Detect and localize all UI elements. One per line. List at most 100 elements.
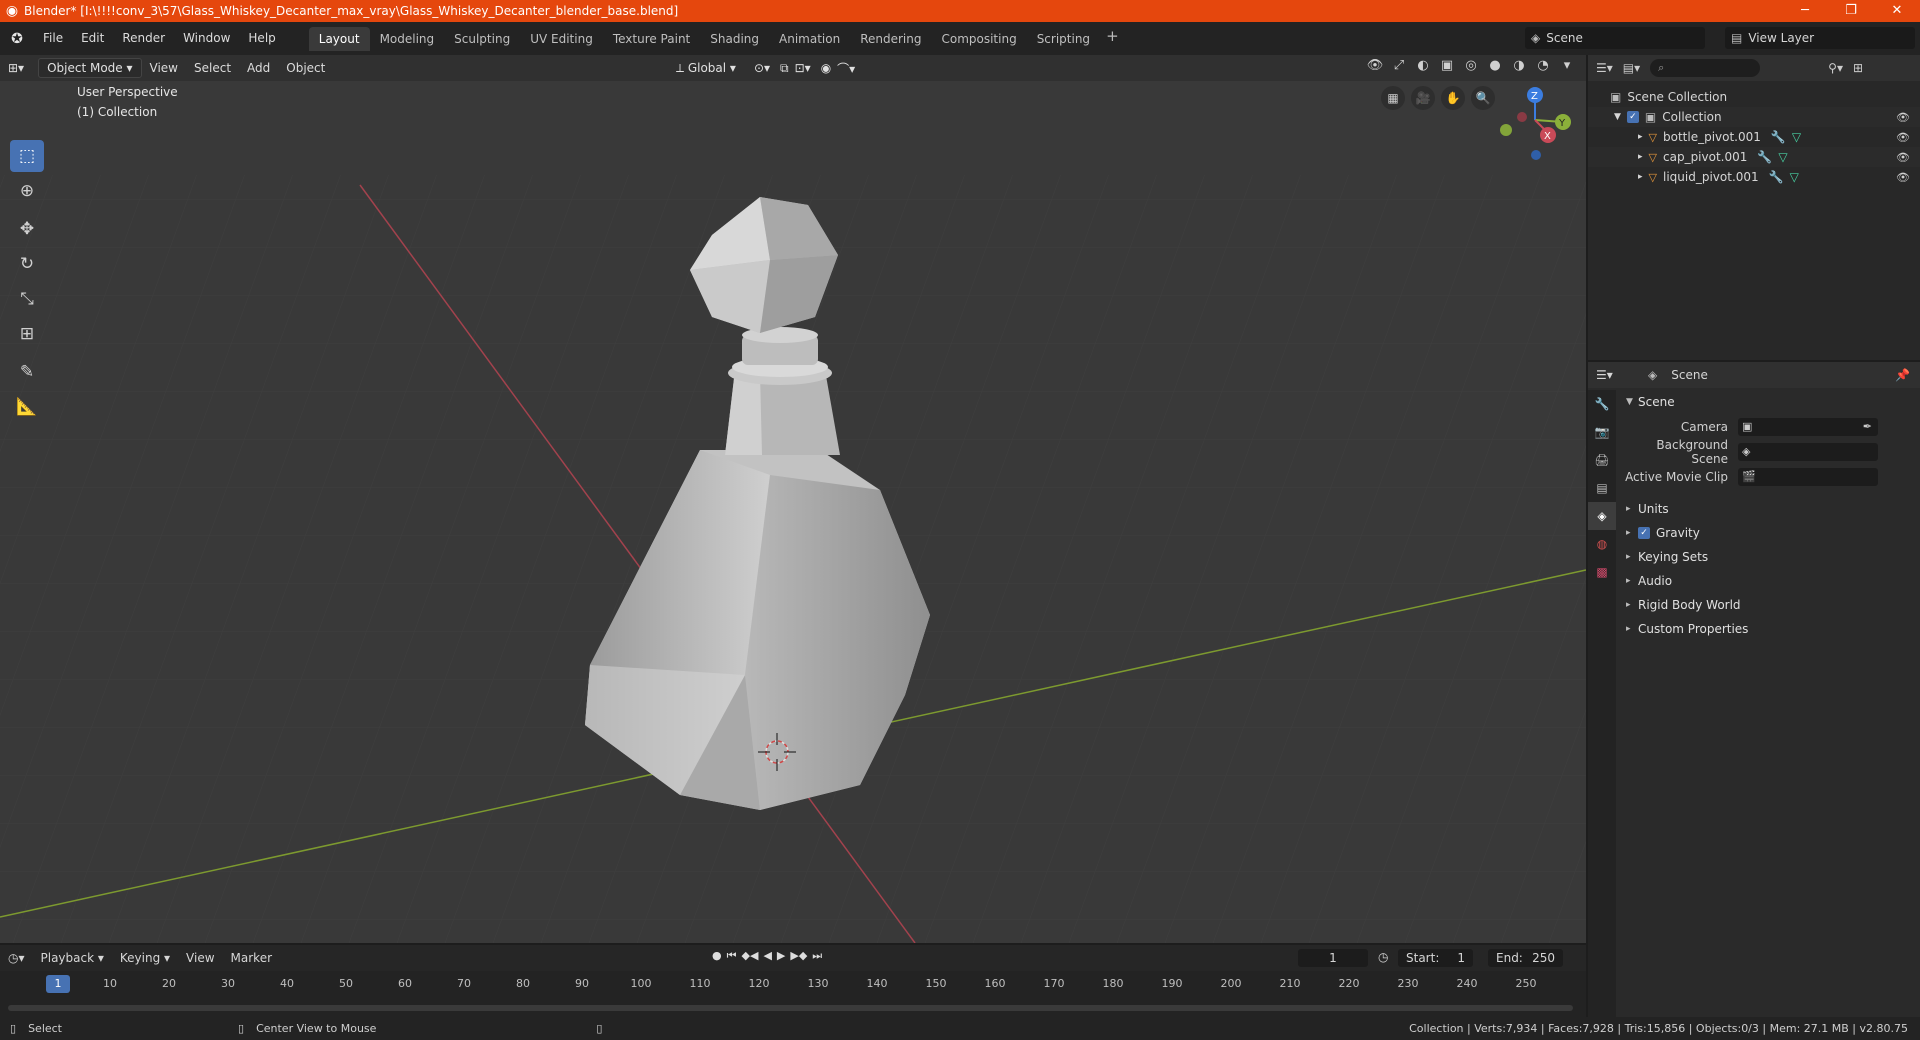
gravity-checkbox[interactable]: ✓	[1638, 527, 1650, 539]
panel-rigid-body-world[interactable]: ▸ Rigid Body World	[1618, 593, 1920, 617]
tab-scene[interactable]: ◈	[1588, 502, 1616, 530]
scene-selector[interactable]: ◈ Scene	[1525, 27, 1705, 49]
object-mode-dropdown[interactable]: Object Mode ▾	[38, 58, 142, 78]
outliner-search-input[interactable]: ⌕	[1650, 59, 1761, 77]
outliner-collection[interactable]: ▼ ✓ ▣ Collection 👁	[1588, 107, 1920, 127]
mesh-data-icon[interactable]: ▽	[1792, 130, 1801, 144]
pan-hand-icon[interactable]: ✋	[1441, 86, 1465, 110]
shading-options-icon[interactable]: ▾	[1558, 58, 1576, 73]
mesh-data-icon[interactable]: ▽	[1778, 150, 1787, 164]
chevron-down-icon[interactable]: ▼	[1614, 112, 1621, 122]
viewport-menu-select[interactable]: Select	[186, 58, 239, 78]
eye-icon[interactable]: 👁	[1896, 131, 1910, 144]
panel-units[interactable]: ▸ Units	[1618, 497, 1920, 521]
tab-uv-editing[interactable]: UV Editing	[520, 27, 603, 51]
camera-field[interactable]: ▣ ✒	[1738, 417, 1878, 436]
outliner-scene-collection[interactable]: ▣ Scene Collection	[1588, 87, 1920, 107]
display-mode-icon[interactable]: ▤▾	[1623, 61, 1640, 75]
measure-tool[interactable]: 📐	[10, 391, 44, 423]
panel-custom-properties[interactable]: ▸ Custom Properties	[1618, 617, 1920, 641]
tab-modeling[interactable]: Modeling	[370, 27, 445, 51]
tab-world[interactable]: ◍	[1588, 530, 1616, 558]
eye-icon[interactable]: 👁	[1896, 171, 1910, 184]
camera-view-icon[interactable]: 🎥	[1411, 86, 1435, 110]
eye-icon[interactable]: 👁	[1896, 151, 1910, 164]
outliner-item[interactable]: ▸ ▽ cap_pivot.001 🔧 ▽ 👁	[1588, 147, 1920, 167]
cursor-tool[interactable]: ⊕	[10, 175, 44, 207]
rotate-tool[interactable]: ↻	[10, 248, 44, 280]
tab-compositing[interactable]: Compositing	[931, 27, 1026, 51]
timeline-scrollbar[interactable]	[8, 1005, 1573, 1011]
jump-end-icon[interactable]: ⏭	[812, 949, 822, 963]
movie-clip-field[interactable]: 🎬	[1738, 467, 1878, 486]
timeline-menu-marker[interactable]: Marker	[223, 951, 280, 965]
viewport-menu-view[interactable]: View	[142, 58, 186, 78]
outliner-item[interactable]: ▸ ▽ bottle_pivot.001 🔧 ▽ 👁	[1588, 127, 1920, 147]
menu-help[interactable]: Help	[239, 22, 284, 55]
jump-start-icon[interactable]: ⏮	[727, 949, 737, 963]
menu-window[interactable]: Window	[174, 22, 239, 55]
transform-tool[interactable]: ⊞	[10, 318, 44, 350]
chevron-right-icon[interactable]: ▸	[1638, 132, 1643, 142]
filter-icon[interactable]: ⚲▾	[1828, 61, 1843, 75]
pin-icon[interactable]: 📌	[1895, 368, 1910, 382]
xray-icon[interactable]: ▣	[1438, 58, 1456, 73]
panel-audio[interactable]: ▸ Audio	[1618, 569, 1920, 593]
material-shading-icon[interactable]: ◑	[1510, 58, 1528, 73]
tab-sculpting[interactable]: Sculpting	[444, 27, 520, 51]
snap-target-icon[interactable]: ⊡▾	[795, 61, 811, 75]
visibility-icon[interactable]: 👁	[1366, 58, 1384, 73]
chevron-right-icon[interactable]: ▸	[1638, 172, 1643, 182]
annotate-tool[interactable]: ✎	[10, 356, 44, 388]
rendered-shading-icon[interactable]: ◔	[1534, 58, 1552, 73]
restore-icon[interactable]: ❐	[1828, 0, 1874, 22]
solid-shading-icon[interactable]: ●	[1486, 58, 1504, 73]
grid-view-icon[interactable]: ▦	[1381, 86, 1405, 110]
background-scene-field[interactable]: ◈	[1738, 442, 1878, 461]
outliner-editor-icon[interactable]: ☰▾	[1596, 61, 1613, 75]
panel-scene[interactable]: ▼ Scene	[1618, 390, 1920, 414]
prev-keyframe-icon[interactable]: ◆◀	[742, 949, 759, 963]
timeline-menu-view[interactable]: View	[178, 951, 222, 965]
gizmo-icon[interactable]: ⤢	[1390, 58, 1408, 73]
timeline-menu-playback[interactable]: Playback ▾	[33, 951, 112, 965]
tab-layout[interactable]: Layout	[308, 26, 370, 51]
wireframe-shading-icon[interactable]: ◎	[1462, 58, 1480, 73]
modifier-icon[interactable]: 🔧	[1771, 130, 1786, 144]
minimize-icon[interactable]: ─	[1782, 0, 1828, 22]
current-frame-indicator[interactable]: 1	[46, 975, 70, 993]
tab-render[interactable]: 📷	[1588, 418, 1616, 446]
eye-icon[interactable]: 👁	[1896, 111, 1910, 124]
timeline-menu-keying[interactable]: Keying ▾	[112, 951, 178, 965]
play-reverse-icon[interactable]: ◀	[763, 949, 771, 963]
modifier-icon[interactable]: 🔧	[1757, 150, 1772, 164]
add-workspace-icon[interactable]: +	[1100, 27, 1125, 51]
timeline-ruler[interactable]: 1 10 20 30 40 50 60 70 80 90 100 110 120 130 140 150 16…	[0, 973, 1586, 995]
play-icon[interactable]: ▶	[777, 949, 785, 963]
panel-gravity[interactable]: ▸ ✓ Gravity	[1618, 521, 1920, 545]
overlay-icon[interactable]: ◐	[1414, 58, 1432, 73]
viewport-menu-object[interactable]: Object	[278, 58, 333, 78]
clock-icon[interactable]: ◷	[1378, 950, 1388, 964]
chevron-right-icon[interactable]: ▸	[1638, 152, 1643, 162]
menu-render[interactable]: Render	[113, 22, 174, 55]
tab-tool[interactable]: 🔧	[1588, 390, 1616, 418]
new-collection-icon[interactable]: ⊞	[1853, 61, 1863, 75]
end-frame-field[interactable]: End: 250	[1488, 949, 1563, 967]
transform-orientation-dropdown[interactable]: ⟂ Global ▾ ⊙▾ ⧉ ⊡▾ ◉ ⌒▾	[668, 58, 863, 78]
panel-keying-sets[interactable]: ▸ Keying Sets	[1618, 545, 1920, 569]
menu-edit[interactable]: Edit	[72, 22, 113, 55]
eyedropper-icon[interactable]: ✒	[1863, 420, 1872, 433]
close-icon[interactable]: ✕	[1874, 0, 1920, 22]
select-box-tool[interactable]: ⬚	[10, 140, 44, 172]
tab-view-layer[interactable]: ▤	[1588, 474, 1616, 502]
mesh-data-icon[interactable]: ▽	[1790, 170, 1799, 184]
3d-viewport[interactable]: ⊞▾ Object Mode ▾ View Select Add Object …	[0, 55, 1586, 943]
falloff-icon[interactable]: ⌒▾	[837, 60, 855, 77]
scale-tool[interactable]: ⤡	[10, 283, 44, 315]
zoom-icon[interactable]: 🔍	[1471, 86, 1495, 110]
current-frame-field[interactable]: 1	[1298, 949, 1368, 967]
start-frame-field[interactable]: Start: 1	[1398, 949, 1473, 967]
blender-menu-icon[interactable]: ✪	[0, 31, 34, 47]
outliner-item[interactable]: ▸ ▽ liquid_pivot.001 🔧 ▽ 👁	[1588, 167, 1920, 187]
